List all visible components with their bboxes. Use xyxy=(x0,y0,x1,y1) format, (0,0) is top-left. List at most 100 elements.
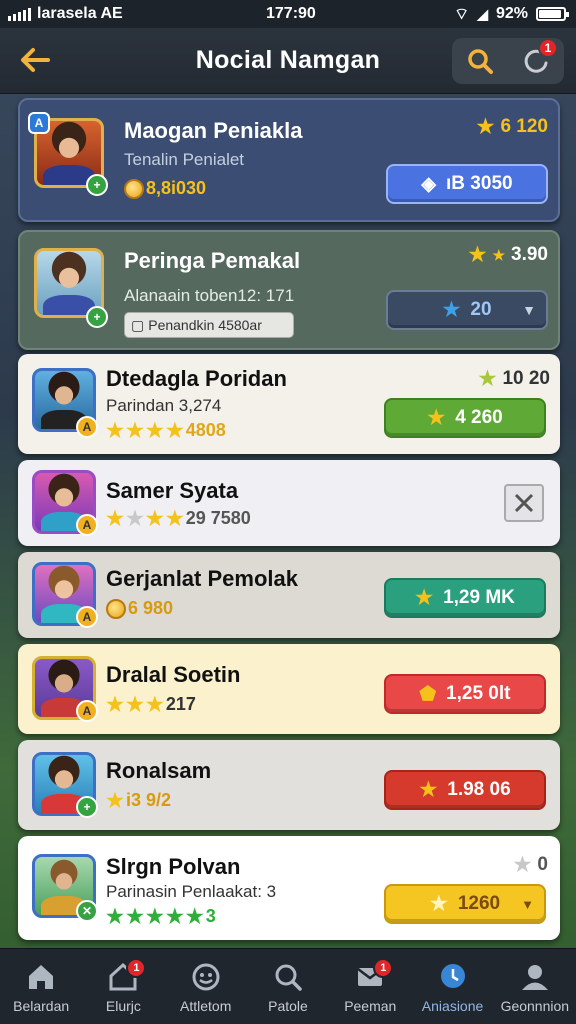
nav-item-profile[interactable]: Geonnnion xyxy=(494,960,576,1014)
corner-value: 10 20 xyxy=(502,368,550,389)
list-item[interactable]: A Dtedagla Poridan Parindan 3,274 ★ ★ ★ ★ 4… xyxy=(18,354,560,454)
wifi-icon: ⌔ xyxy=(454,6,470,23)
rank-dropdown[interactable]: ★ 20 ▼ xyxy=(386,290,548,330)
gem-icon: ⬟ xyxy=(419,683,437,705)
action-button[interactable]: ⬟ 1,25 0lt xyxy=(384,674,546,714)
list-item[interactable]: A Samer Syata ★ ★ ★ ★ 29 7580 xyxy=(18,460,560,546)
action-button[interactable]: ★ 1260 ▼ xyxy=(384,884,546,924)
search-icon xyxy=(271,960,305,994)
star-icon: ★ xyxy=(145,507,164,530)
nav-item-location[interactable]: Aniasione xyxy=(412,960,494,1014)
list-item[interactable]: + Peringa Pemakal Alanaain toben12: 171 … xyxy=(18,230,560,350)
nav-label: Aniasione xyxy=(421,997,484,1014)
coin-balance: 8,8i030 xyxy=(124,178,206,199)
star-icon: ★ xyxy=(165,905,184,928)
star-icon: ★ xyxy=(427,407,446,429)
close-button[interactable] xyxy=(504,484,544,522)
rating-value: 4808 xyxy=(185,420,226,440)
smiley-icon xyxy=(189,960,223,994)
star-rating: ★ ★ ★ ★ 4808 xyxy=(106,420,226,441)
back-button[interactable] xyxy=(18,43,54,79)
nav-label: Attletom xyxy=(180,997,232,1014)
list-item[interactable]: A Gerjanlat Pemolak 6 980 ★ 1,29 MK xyxy=(18,552,560,638)
clock: 177:90 xyxy=(266,5,316,22)
star-rating: ★ i3 9/2 xyxy=(106,790,171,811)
action-button[interactable]: ★ 4 260 xyxy=(384,398,546,438)
tag-icon: ▢ xyxy=(131,316,145,333)
rating-value: 217 xyxy=(165,694,196,714)
star-icon: ★ xyxy=(476,116,495,138)
action-label: 1,25 0lt xyxy=(446,683,511,704)
star-icon: ★ xyxy=(442,299,461,321)
list-item[interactable]: ✕ Slrgn Polvan Parinasin Penlaakat: 3 ★ ★… xyxy=(18,836,560,940)
star-icon: ★ xyxy=(106,419,124,442)
nav-item-search[interactable]: Patole xyxy=(247,960,329,1014)
list-item[interactable]: + Ronalsam ★ i3 9/2 ★ 1.98 06 xyxy=(18,740,560,830)
action-button[interactable]: ★ 1,29 MK xyxy=(384,578,546,618)
action-label: 4 260 xyxy=(455,407,503,428)
star-icon: ★ xyxy=(106,693,124,716)
tag-label: Penandkin 4580ar xyxy=(148,317,262,333)
coin-icon xyxy=(124,178,144,199)
rating-value: i3 9/2 xyxy=(125,790,171,810)
star-icon: ★ xyxy=(145,905,164,928)
star-rating: ★ ★ ★ 217 xyxy=(106,694,196,715)
level-badge: A xyxy=(76,416,98,438)
corner-rating: ★ 6 120 xyxy=(477,116,548,138)
player-list: A + Maogan Peniakla Tenalin Penialet 8,8… xyxy=(18,98,560,946)
star-icon: ★ xyxy=(165,507,184,530)
star-icon: ★ xyxy=(468,244,487,266)
nav-item-mail[interactable]: 1 Peeman xyxy=(329,957,411,1014)
star-icon: ★ xyxy=(106,905,124,928)
corner-value: 6 120 xyxy=(500,116,548,137)
chevron-down-icon: ▼ xyxy=(521,896,534,912)
coin-balance: 6 980 xyxy=(106,598,173,619)
gem-icon: ◈ xyxy=(421,173,437,195)
level-badge: A xyxy=(76,514,98,536)
nav-item-house[interactable]: 1 Elurjc xyxy=(82,957,164,1014)
battery-percent: 92% xyxy=(495,5,528,22)
page-title: Nocial Namgan xyxy=(195,46,381,74)
back-arrow-icon xyxy=(21,48,50,72)
plus-icon: + xyxy=(86,306,108,328)
action-label: 1260 xyxy=(457,893,501,914)
list-item[interactable]: A Dralal Soetin ★ ★ ★ 217 ⬟ 1,25 0lt xyxy=(18,644,560,734)
action-label: 1.98 06 xyxy=(447,779,511,800)
corner-value: 0 xyxy=(537,854,548,875)
refresh-button[interactable]: 1 xyxy=(516,38,558,81)
location-icon xyxy=(436,960,470,994)
corner-rating: ★ ★ 3.90 xyxy=(469,244,548,266)
player-subtitle: Tenalin Penialet xyxy=(124,150,245,169)
rating-value: 3 xyxy=(205,906,216,926)
level-badge: A xyxy=(76,700,98,722)
nav-item-home[interactable]: Belardan xyxy=(0,960,82,1014)
profile-icon xyxy=(518,960,552,994)
star-icon: ★ xyxy=(478,368,497,390)
list-item[interactable]: A + Maogan Peniakla Tenalin Penialet 8,8… xyxy=(18,98,560,222)
player-subtitle: Alanaain toben12: 171 xyxy=(124,286,295,305)
carrier-label: larasela AE xyxy=(37,5,123,22)
star-icon: ★ xyxy=(145,693,164,716)
action-button[interactable]: ★ 1.98 06 xyxy=(384,770,546,810)
nav-label: Peeman xyxy=(344,997,397,1014)
nav-badge: 1 xyxy=(126,957,147,978)
corner-rating: ★ 0 xyxy=(513,854,548,876)
player-name: Slrgn Polvan xyxy=(106,854,241,879)
star-icon: ★ xyxy=(513,854,532,876)
player-subtitle: Parindan 3,274 xyxy=(106,396,222,415)
nav-label: Patole xyxy=(268,997,308,1014)
coin-value: 8,8i030 xyxy=(146,178,207,198)
corner-value: 3.90 xyxy=(511,244,548,265)
plus-icon: + xyxy=(86,174,108,196)
player-name: Maogan Peniakla xyxy=(124,118,303,143)
star-empty-icon: ★ xyxy=(125,507,144,530)
notification-badge: 1 xyxy=(538,38,558,58)
action-button[interactable]: ◈ ıB 3050 xyxy=(386,164,548,204)
star-icon: ★ xyxy=(185,905,204,928)
star-rating: ★ ★ ★ ★ ★ 3 xyxy=(106,906,216,927)
search-button[interactable] xyxy=(460,41,500,81)
plus-icon: + xyxy=(76,796,98,818)
player-name: Dralal Soetin xyxy=(106,662,241,687)
nav-item-attletom[interactable]: Attletom xyxy=(165,960,247,1014)
signal-icon xyxy=(8,7,31,21)
